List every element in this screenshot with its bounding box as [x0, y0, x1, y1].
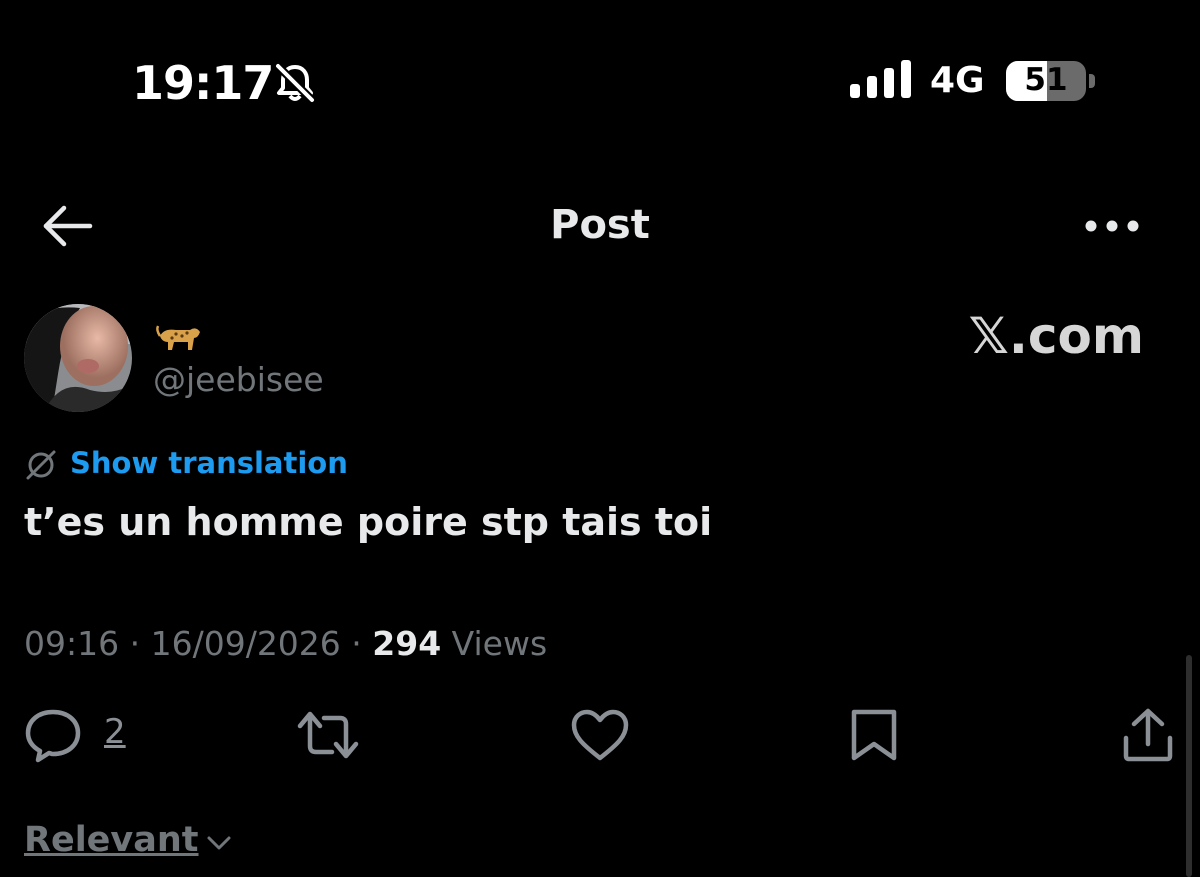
like-icon[interactable]: [570, 708, 630, 762]
retweet-icon[interactable]: [296, 708, 360, 762]
reply-count[interactable]: 2: [104, 712, 126, 752]
views-count: 294: [372, 624, 442, 663]
status-time: 19:17: [132, 56, 274, 110]
tweet-date[interactable]: 16/09/2026: [151, 624, 341, 663]
tweet-text: t’es un homme poire stp tais toi: [24, 500, 713, 544]
reply-button[interactable]: 2: [24, 706, 144, 764]
author-handle[interactable]: @jeebisee: [153, 360, 324, 399]
post-screen: 19:17 4G 51 Post @jeebisee 𝕏.com Show tr…: [0, 0, 1200, 877]
reply-icon: [25, 709, 81, 763]
bell-muted-icon: [275, 63, 315, 103]
views-label: Views: [441, 624, 548, 663]
network-type: 4G: [930, 60, 985, 101]
battery-icon: 51: [1006, 61, 1086, 101]
battery-percentage: 51: [1024, 62, 1068, 98]
leopard-emoji: [156, 325, 200, 350]
share-icon[interactable]: [1120, 706, 1176, 764]
bookmark-icon[interactable]: [846, 706, 902, 764]
tweet-time[interactable]: 09:16: [24, 624, 119, 663]
page-title: Post: [550, 202, 650, 248]
chevron-down-icon[interactable]: [204, 832, 234, 854]
meta-separator: ·: [119, 624, 151, 663]
battery-tip: [1089, 74, 1095, 88]
scrollbar[interactable]: [1186, 655, 1192, 877]
signal-icon: [850, 60, 911, 98]
meta-separator: ·: [340, 624, 373, 663]
tweet-meta: 09:16 · 16/09/2026 · 294 Views: [24, 624, 547, 663]
replies-sort-dropdown[interactable]: Relevant: [24, 820, 199, 860]
xcom-watermark: 𝕏.com: [968, 307, 1144, 365]
show-translation-link[interactable]: Show translation: [70, 446, 348, 480]
avatar[interactable]: [24, 304, 132, 412]
translate-icon: [26, 450, 56, 480]
more-horizontal-icon[interactable]: [1082, 212, 1142, 240]
